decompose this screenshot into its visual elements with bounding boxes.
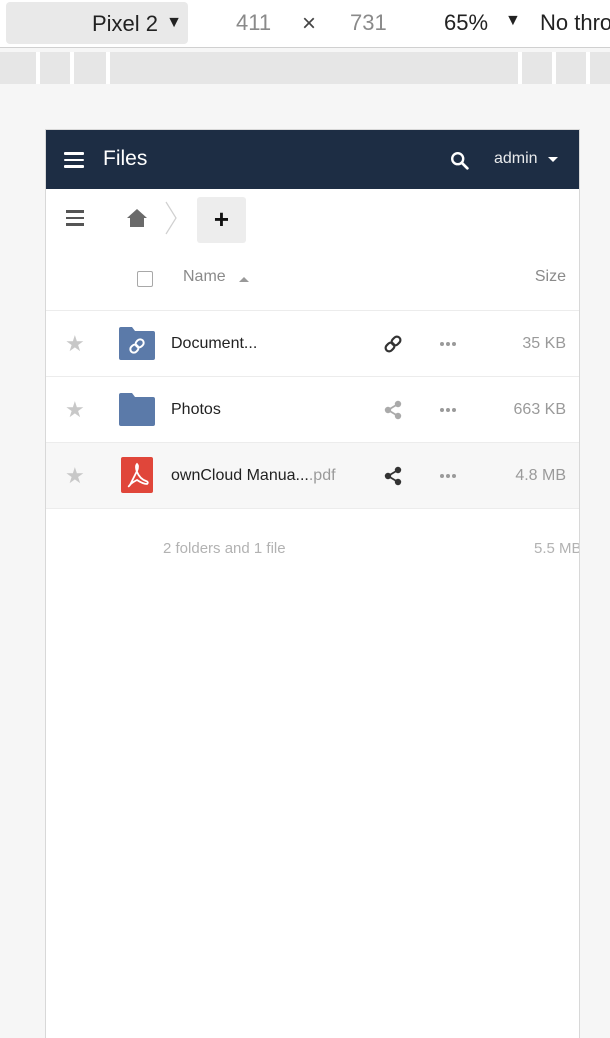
home-icon[interactable]: [126, 208, 148, 228]
caret-down-icon[interactable]: [548, 157, 558, 162]
media-query-segment[interactable]: [556, 52, 586, 84]
user-menu[interactable]: admin: [494, 150, 538, 168]
device-select-label: Pixel 2: [91, 11, 158, 36]
hamburger-menu-icon[interactable]: [64, 152, 84, 168]
more-actions-icon[interactable]: [440, 474, 460, 480]
star-icon[interactable]: ★: [65, 465, 85, 487]
media-query-segment[interactable]: [522, 52, 552, 84]
table-row[interactable]: ★ Document... 35 KB: [46, 311, 579, 377]
file-name[interactable]: Photos: [171, 401, 221, 419]
table-row[interactable]: ★ ownCloud Manua....pdf 4.8 MB: [46, 443, 579, 509]
media-query-segment[interactable]: [0, 52, 36, 84]
star-icon[interactable]: ★: [65, 333, 85, 355]
media-query-segment[interactable]: [40, 52, 70, 84]
file-name[interactable]: Document...: [171, 335, 257, 353]
select-all-checkbox[interactable]: [137, 271, 153, 287]
new-file-button[interactable]: +: [197, 197, 246, 243]
link-icon[interactable]: [382, 333, 404, 355]
device-width-input[interactable]: 411: [236, 10, 271, 36]
shared-link-folder-icon: [119, 327, 155, 360]
table-header: Name Size: [46, 249, 579, 311]
summary-count: 2 folders and 1 file: [163, 540, 286, 557]
file-name[interactable]: ownCloud Manua....pdf: [171, 467, 336, 485]
files-summary: 2 folders and 1 file 5.5 MB: [46, 509, 579, 589]
sort-ascending-icon[interactable]: [239, 277, 249, 282]
table-row[interactable]: ★ Photos 663 KB: [46, 377, 579, 443]
star-icon[interactable]: ★: [65, 399, 85, 421]
media-query-bar: [0, 52, 610, 84]
more-actions-icon[interactable]: [440, 342, 460, 348]
device-select[interactable]: Pixel 2 ▼: [6, 2, 188, 44]
media-query-segment[interactable]: [74, 52, 106, 84]
dropdown-arrow-icon: ▼: [166, 14, 182, 31]
list-view-icon[interactable]: [66, 210, 84, 226]
size-column-header[interactable]: Size: [535, 268, 566, 286]
media-query-segment[interactable]: [590, 52, 610, 84]
search-icon[interactable]: [449, 150, 471, 172]
folder-icon: [119, 393, 155, 426]
share-icon[interactable]: [382, 465, 404, 487]
throttle-select[interactable]: No thro: [540, 10, 610, 36]
summary-total-size: 5.5 MB: [534, 540, 580, 557]
breadcrumb-separator-icon: [165, 201, 177, 235]
name-column-header[interactable]: Name: [183, 268, 226, 286]
pdf-file-icon: [121, 457, 153, 493]
share-icon[interactable]: [382, 399, 404, 421]
device-height-input[interactable]: 731: [350, 10, 387, 36]
dropdown-arrow-icon: ▼: [505, 12, 521, 29]
zoom-select[interactable]: 65%: [444, 10, 488, 36]
device-viewport: Files admin + Name Size ★ Document... 35…: [45, 129, 580, 1038]
dimension-separator: ×: [302, 10, 317, 37]
file-size: 4.8 MB: [515, 467, 566, 484]
file-size: 663 KB: [513, 401, 566, 418]
file-size: 35 KB: [522, 335, 566, 352]
media-query-segment[interactable]: [110, 52, 518, 84]
app-title: Files: [103, 147, 148, 170]
more-actions-icon[interactable]: [440, 408, 460, 414]
devtools-toolbar: Pixel 2 ▼ 411 × 731 65% ▼ No thro: [0, 0, 610, 48]
app-header: Files admin: [46, 130, 579, 189]
files-controls: +: [46, 189, 579, 249]
